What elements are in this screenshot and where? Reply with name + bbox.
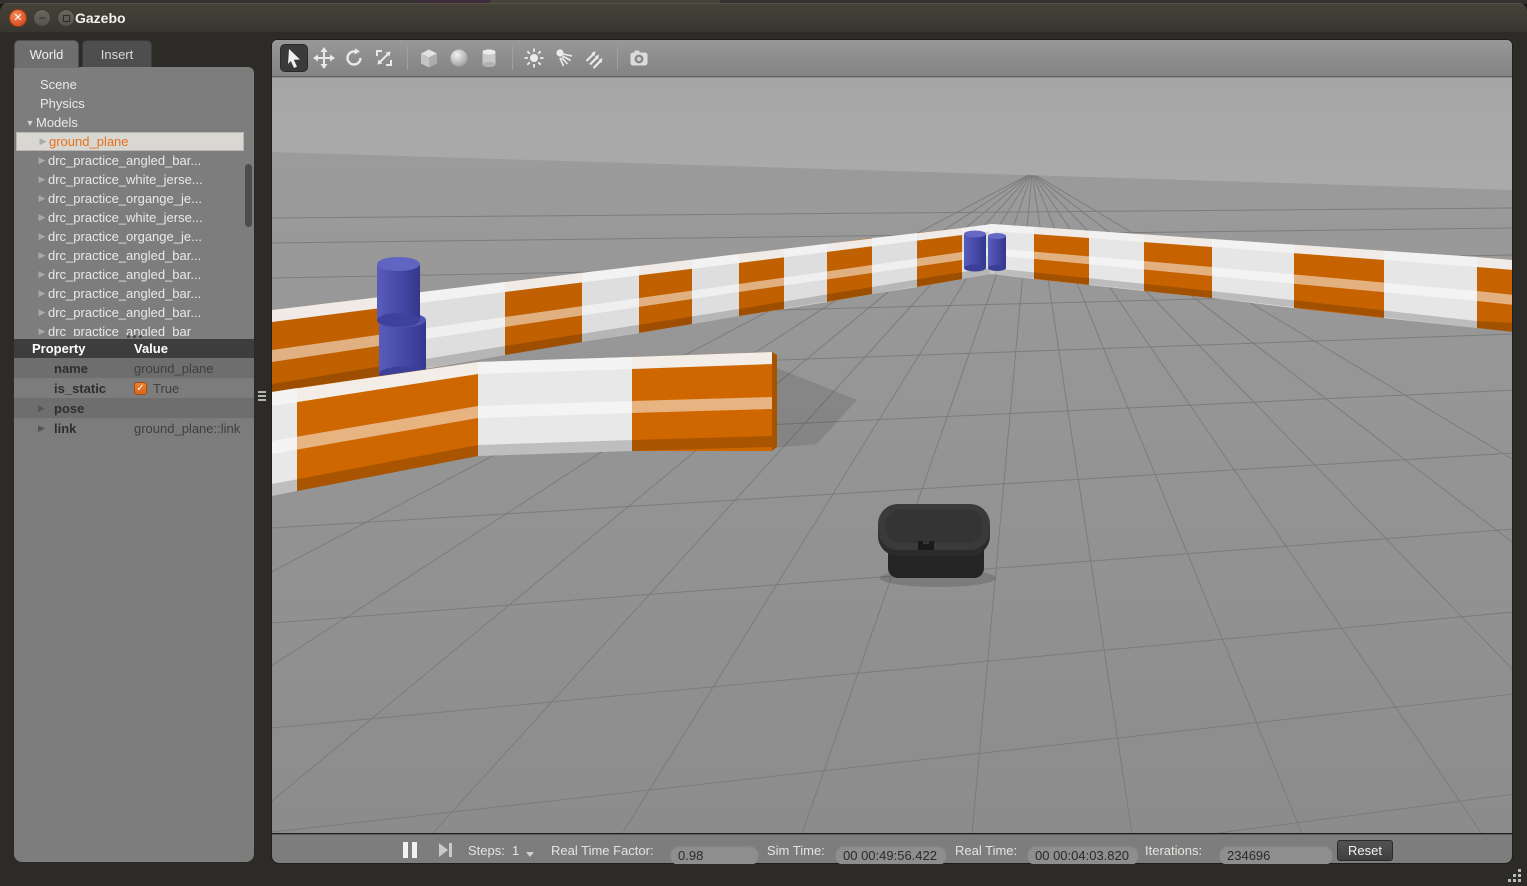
toolbar-separator [407,46,408,70]
chevron-right-icon[interactable]: ▶ [38,403,54,414]
move-icon [313,47,335,69]
toolbar-separator [512,46,513,70]
box-shape-tool[interactable] [415,44,443,72]
tree-item-model[interactable]: ▶drc_practice_white_jerse... [16,208,244,227]
step-button[interactable] [439,835,452,865]
steps-value[interactable]: 1 [512,835,519,865]
directional-light-icon [583,47,605,69]
tree-item-model[interactable]: ▶drc_practice_organge_je... [16,189,244,208]
property-row-is-static[interactable]: is_static ✓ True [14,378,254,398]
tree-item-ground-plane[interactable]: ▶ground_plane [16,132,244,151]
window-title: Gazebo [75,10,126,26]
directional-light-tool[interactable] [580,44,608,72]
pause-button[interactable] [403,835,417,865]
resize-grip[interactable] [1505,868,1521,882]
spot-light-tool[interactable] [550,44,578,72]
tree-item-models[interactable]: ▼ Models [16,113,244,132]
render-toolbar [272,40,1512,77]
sim-time-label: Sim Time: [767,835,825,865]
scale-tool[interactable] [370,44,398,72]
steps-label: Steps: [468,835,505,865]
cylinder-icon [478,47,500,69]
chevron-right-icon[interactable]: ▶ [36,288,48,299]
sphere-shape-tool[interactable] [445,44,473,72]
tree-item-model[interactable]: ▶drc_practice_white_jerse... [16,170,244,189]
gazebo-window: ✕ – Gazebo World Insert Scene Physics ▼ … [0,3,1527,883]
screenshot-tool[interactable] [625,44,653,72]
property-row-pose[interactable]: ▶pose [14,398,254,418]
reset-button[interactable]: Reset [1337,840,1393,861]
cursor-arrow-icon [288,49,300,68]
chevron-right-icon[interactable]: ▶ [36,193,48,204]
chevron-right-icon[interactable]: ▶ [37,136,49,147]
iterations-label: Iterations: [1145,835,1202,865]
rtf-label: Real Time Factor: [551,835,654,865]
spot-light-icon [553,47,575,69]
select-tool[interactable] [280,44,308,72]
world-panel: Scene Physics ▼ Models ▶ground_plane ▶dr… [14,67,254,862]
model-drum-stack[interactable] [377,257,426,382]
cube-icon [418,47,440,69]
chevron-right-icon[interactable]: ▶ [38,423,54,434]
screen: ✕ – Gazebo World Insert Scene Physics ▼ … [0,0,1527,883]
tree-item-physics[interactable]: Physics [16,94,244,113]
toolbar-separator [617,46,618,70]
property-table: Property Value name ground_plane is_stat… [14,339,254,438]
point-light-tool[interactable] [520,44,548,72]
rotate-icon [343,47,365,69]
steps-spinner-arrow[interactable] [522,835,534,865]
translate-tool[interactable] [310,44,338,72]
model-tree: Scene Physics ▼ Models ▶ground_plane ▶dr… [14,67,254,336]
chevron-right-icon[interactable]: ▶ [36,307,48,318]
tree-item-model[interactable]: ▶drc_practice_organge_je... [16,227,244,246]
chevron-right-icon[interactable]: ▶ [36,174,48,185]
chevron-right-icon[interactable]: ▶ [36,155,48,166]
tree-item-model[interactable]: ▶drc_practice_angled_bar... [16,265,244,284]
sphere-icon [448,47,470,69]
sun-icon [523,47,545,69]
model-robot[interactable] [878,504,996,587]
property-row-name[interactable]: name ground_plane [14,358,254,378]
real-time-label: Real Time: [955,835,1017,865]
tree-item-model[interactable]: ▶drc_practice_angled_bar... [16,284,244,303]
scale-icon [373,47,395,69]
tab-world[interactable]: World [14,40,79,68]
tree-item-scene[interactable]: Scene [16,75,244,94]
close-button[interactable]: ✕ [9,9,27,27]
checkbox-checked-icon[interactable]: ✓ [134,382,147,395]
minimize-button[interactable]: – [33,9,51,27]
chevron-right-icon[interactable]: ▶ [36,212,48,223]
camera-icon [628,47,650,69]
tree-item-model[interactable]: ▶drc_practice_angled_bar... [16,151,244,170]
property-row-link[interactable]: ▶link ground_plane::link [14,418,254,438]
maximize-button[interactable] [57,9,75,27]
titlebar: ✕ – Gazebo [0,3,1527,32]
tree-item-model[interactable]: ▶drc_practice_angled_bar... [16,303,244,322]
render-viewport[interactable] [271,39,1513,834]
vertical-splitter-handle[interactable] [258,386,268,406]
simulation-statusbar: Steps: 1 Real Time Factor: 0.98 Sim Time… [271,834,1513,864]
chevron-right-icon[interactable]: ▶ [36,231,48,242]
tree-item-model[interactable]: ▶drc_practice_angled_bar... [16,246,244,265]
reset-button-wrap: Reset [1337,835,1393,865]
scene-3d[interactable] [272,78,1513,834]
property-table-header: Property Value [14,339,254,358]
tree-scrollbar-thumb[interactable] [245,164,252,227]
tab-insert[interactable]: Insert [82,40,152,68]
rotate-tool[interactable] [340,44,368,72]
chevron-right-icon[interactable]: ▶ [36,269,48,280]
scene-render-area[interactable] [272,78,1513,834]
chevron-down-icon[interactable]: ▼ [24,118,36,128]
model-drum-corner[interactable] [964,231,1006,272]
chevron-right-icon[interactable]: ▶ [36,250,48,261]
cylinder-shape-tool[interactable] [475,44,503,72]
